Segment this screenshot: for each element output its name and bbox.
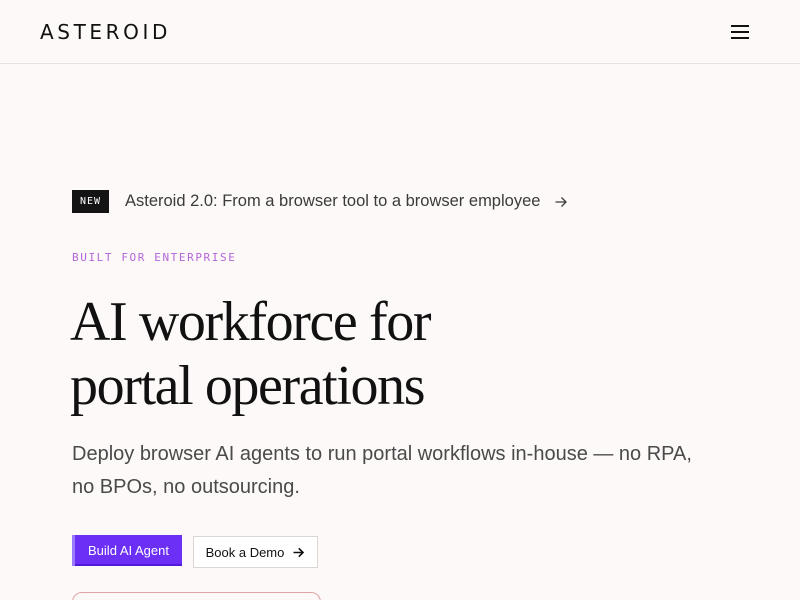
hero-subtext: Deploy browser AI agents to run portal w…	[72, 438, 752, 504]
headline-line: portal operations	[70, 355, 425, 417]
arrow-right-icon	[293, 547, 305, 557]
eyebrow-label: BUILT FOR ENTERPRISE	[72, 251, 237, 264]
menu-line	[731, 37, 749, 39]
book-demo-label: Book a Demo	[205, 544, 285, 560]
brand-logo[interactable]: ASTEROID	[40, 19, 171, 45]
build-ai-agent-button[interactable]: Build AI Agent	[72, 535, 182, 566]
announcement-link[interactable]: NEW Asteroid 2.0: From a browser tool to…	[72, 190, 568, 213]
subtext-line: no BPOs, no outsourcing.	[72, 476, 300, 498]
menu-line	[731, 31, 749, 33]
menu-line	[731, 25, 749, 27]
partial-card	[72, 592, 321, 600]
subtext-line: Deploy browser AI agents to run portal w…	[72, 443, 692, 465]
new-badge: NEW	[72, 190, 109, 213]
arrow-right-icon	[555, 196, 568, 207]
book-demo-button[interactable]: Book a Demo	[193, 536, 318, 568]
announcement-text: Asteroid 2.0: From a browser tool to a b…	[125, 192, 541, 210]
hamburger-menu-icon[interactable]	[728, 20, 752, 44]
headline-line: AI workforce for	[70, 291, 431, 353]
hero-headline: AI workforce for portal operations	[70, 290, 630, 418]
landing-page: ASTEROID NEW Asteroid 2.0: From a browse…	[0, 0, 800, 600]
site-header: ASTEROID	[0, 0, 800, 64]
